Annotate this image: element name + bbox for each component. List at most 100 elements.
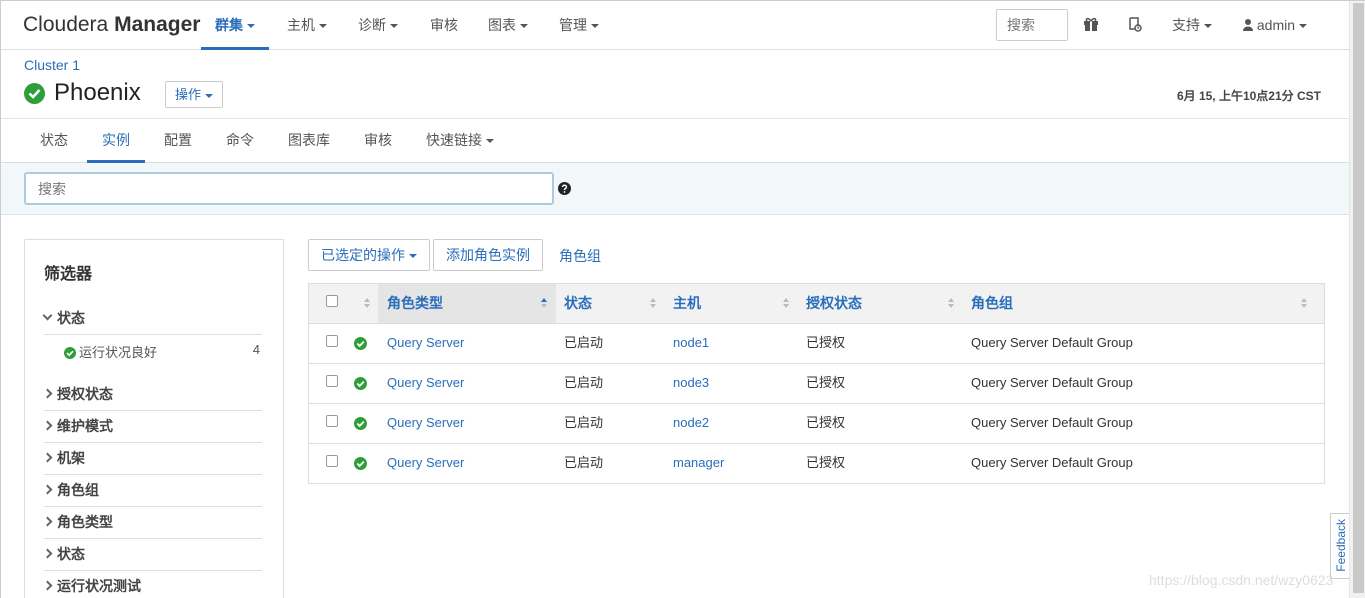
good-health-icon [354, 377, 367, 390]
tab-configuration[interactable]: 配置 [164, 119, 192, 163]
user-menu[interactable]: admin [1243, 1, 1308, 51]
col-authorization[interactable]: 授权状态 [806, 284, 958, 323]
sort-asc-icon [541, 298, 547, 309]
filter-item-good-health[interactable]: 运行状况良好 4 [64, 342, 260, 361]
row-checkbox[interactable] [326, 375, 338, 387]
tab-audits[interactable]: 审核 [364, 119, 392, 163]
row-checkbox[interactable] [326, 335, 338, 347]
add-role-instances-button[interactable]: 添加角色实例 [433, 239, 543, 271]
table-row[interactable]: Query Server 已启动 node3 已授权 Query Server … [309, 364, 1324, 404]
table-row[interactable]: Query Server 已启动 manager 已授权 Query Serve… [309, 444, 1324, 484]
running-commands-icon[interactable] [1127, 16, 1145, 34]
tab-instances[interactable]: 实例 [87, 119, 145, 163]
filter-section-maintenance[interactable]: 维护模式 [42, 416, 262, 443]
search-bar-area [1, 163, 1349, 215]
sort-icon [1301, 298, 1307, 309]
chevron-right-icon [42, 548, 53, 559]
authorization-status: 已授权 [806, 455, 846, 470]
filter-section-state[interactable]: 状态 [42, 544, 262, 571]
breadcrumb-cluster[interactable]: Cluster 1 [24, 57, 80, 73]
help-icon[interactable] [558, 182, 571, 195]
col-role-group[interactable]: 角色组 [971, 284, 1311, 323]
filter-section-authorization[interactable]: 授权状态 [42, 384, 262, 411]
filter-section-health-tests[interactable]: 运行状况测试 [42, 576, 262, 598]
filter-section-role-type[interactable]: 角色类型 [42, 512, 262, 539]
nav-audits[interactable]: 审核 [430, 1, 458, 50]
tab-chart-library[interactable]: 图表库 [288, 119, 330, 163]
authorization-status: 已授权 [806, 335, 846, 350]
role-state: 已启动 [564, 335, 604, 350]
filter-section-role-group[interactable]: 角色组 [42, 480, 262, 507]
filter-section-rack[interactable]: 机架 [42, 448, 262, 475]
role-group: Query Server Default Group [971, 335, 1133, 350]
feedback-tab[interactable]: Feedback [1330, 513, 1350, 579]
good-health-icon [354, 457, 367, 470]
role-state: 已启动 [564, 415, 604, 430]
role-state: 已启动 [564, 375, 604, 390]
role-group: Query Server Default Group [971, 415, 1133, 430]
good-health-icon [24, 83, 45, 104]
top-navbar: Cloudera Manager 群集 主机 诊断 审核 图表 管理 支持 ad… [1, 1, 1349, 50]
selected-actions-button[interactable]: 已选定的操作 [308, 239, 430, 271]
nav-administration[interactable]: 管理 [559, 1, 599, 50]
chevron-right-icon [42, 388, 53, 399]
service-tabs: 状态 实例 配置 命令 图表库 审核 快速链接 [1, 118, 1349, 163]
role-groups-link[interactable]: 角色组 [559, 246, 601, 266]
host-link[interactable]: manager [673, 444, 724, 483]
authorization-status: 已授权 [806, 375, 846, 390]
row-checkbox[interactable] [326, 455, 338, 467]
host-link[interactable]: node2 [673, 404, 709, 443]
filter-section-status[interactable]: 状态 [42, 308, 262, 335]
table-row[interactable]: Query Server 已启动 node2 已授权 Query Server … [309, 404, 1324, 444]
vertical-scrollbar[interactable] [1349, 1, 1365, 598]
watermark: https://blog.csdn.net/wzy0623 [1149, 572, 1334, 588]
sort-icon [783, 298, 789, 309]
role-instances-table: 角色类型 状态 主机 授权状态 角色组 Query Server 已启动 nod… [308, 283, 1325, 484]
good-health-icon [354, 417, 367, 430]
sort-icon [650, 298, 656, 309]
role-type-link[interactable]: Query Server [387, 364, 464, 403]
actions-button[interactable]: 操作 [165, 81, 224, 108]
role-type-link[interactable]: Query Server [387, 404, 464, 443]
chevron-right-icon [42, 484, 53, 495]
nav-clusters[interactable]: 群集 [201, 1, 269, 50]
tab-quick-links[interactable]: 快速链接 [426, 119, 494, 163]
chevron-right-icon [42, 580, 53, 591]
scrollbar-thumb[interactable] [1353, 3, 1364, 593]
nav-charts[interactable]: 图表 [488, 1, 528, 50]
tab-status[interactable]: 状态 [40, 119, 68, 163]
current-time: 6月 15, 上午10点21分 CST [1176, 89, 1321, 103]
search-input[interactable] [24, 172, 554, 205]
top-search-input[interactable] [996, 9, 1068, 41]
host-link[interactable]: node3 [673, 364, 709, 403]
sort-icon [948, 298, 954, 309]
host-link[interactable]: node1 [673, 324, 709, 363]
table-row[interactable]: Query Server 已启动 node1 已授权 Query Server … [309, 324, 1324, 364]
filter-panel: 筛选器 状态 运行状况良好 4 授权状态 维护模式 机架 角色组 角色类型 状态… [24, 239, 284, 598]
page-title: Phoenix [54, 79, 141, 106]
nav-diagnostics[interactable]: 诊断 [358, 1, 398, 50]
filter-title: 筛选器 [44, 266, 93, 283]
nav-support[interactable]: 支持 [1172, 1, 1212, 50]
col-role-type[interactable]: 角色类型 [378, 284, 556, 323]
role-type-link[interactable]: Query Server [387, 444, 464, 483]
gift-icon[interactable] [1083, 16, 1101, 34]
table-header: 角色类型 状态 主机 授权状态 角色组 [309, 284, 1324, 324]
nav-hosts[interactable]: 主机 [287, 1, 327, 50]
chevron-right-icon [42, 452, 53, 463]
tab-commands[interactable]: 命令 [226, 119, 254, 163]
chevron-right-icon [42, 516, 53, 527]
good-health-icon [354, 337, 367, 350]
user-icon [1243, 2, 1253, 51]
sort-icon[interactable] [364, 298, 370, 309]
logo[interactable]: Cloudera Manager [23, 13, 200, 37]
col-host[interactable]: 主机 [673, 284, 793, 323]
col-state[interactable]: 状态 [564, 284, 664, 323]
role-group: Query Server Default Group [971, 455, 1133, 470]
authorization-status: 已授权 [806, 415, 846, 430]
app-window: Cloudera Manager 群集 主机 诊断 审核 图表 管理 支持 ad… [0, 0, 1365, 598]
role-type-link[interactable]: Query Server [387, 324, 464, 363]
row-checkbox[interactable] [326, 415, 338, 427]
role-group: Query Server Default Group [971, 375, 1133, 390]
select-all-checkbox[interactable] [326, 295, 338, 307]
